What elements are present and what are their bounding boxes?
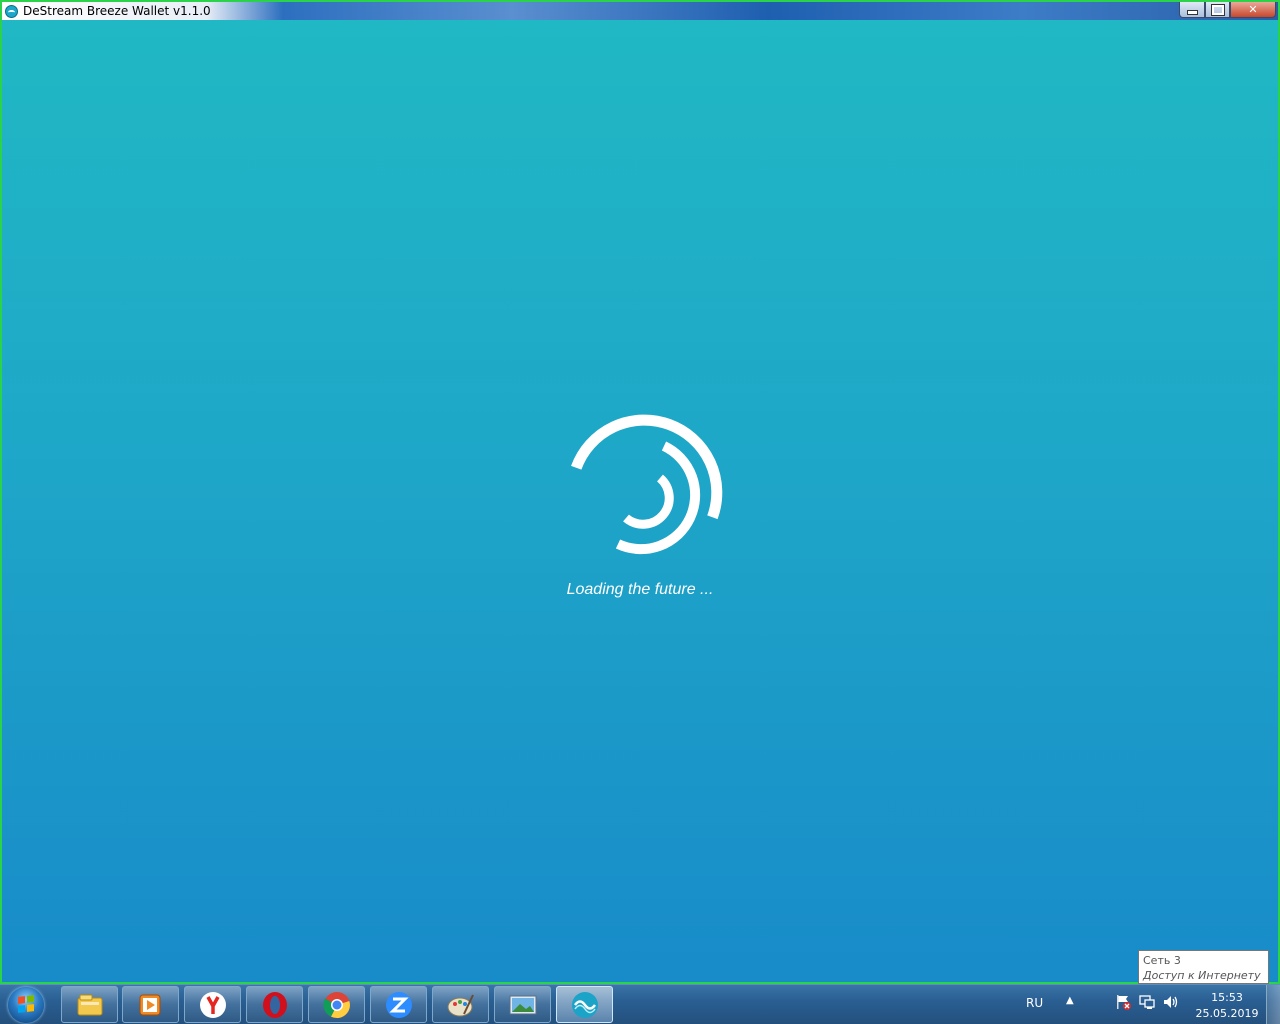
photo-viewer-icon: [509, 995, 536, 1014]
destream-spinner-icon: [571, 414, 723, 555]
taskbar-clock[interactable]: 15:53 25.05.2019: [1192, 990, 1262, 1022]
minimize-button[interactable]: [1179, 2, 1205, 18]
network-icon[interactable]: [1138, 993, 1156, 1011]
language-indicator[interactable]: RU: [1026, 996, 1043, 1010]
app-window: DeStream Breeze Wallet v1.1.0 ✕ Loading …: [0, 0, 1280, 984]
window-controls: ✕: [1179, 2, 1276, 20]
taskbar-opera-browser[interactable]: [246, 986, 303, 1023]
taskbar-photo-viewer[interactable]: [494, 986, 551, 1023]
show-hidden-icons-button[interactable]: ▲: [1066, 995, 1074, 1006]
windows-logo-icon: [8, 987, 44, 1023]
taskbar-destream-wallet[interactable]: [556, 986, 613, 1023]
yandex-browser-icon: [199, 991, 226, 1018]
destream-wallet-icon: [571, 991, 598, 1018]
tooltip-network-name: Сеть 3: [1143, 954, 1181, 967]
taskbar-chrome-browser[interactable]: [308, 986, 365, 1023]
title-bar[interactable]: DeStream Breeze Wallet v1.1.0 ✕: [2, 0, 1278, 22]
taskbar-paint[interactable]: [432, 986, 489, 1023]
taskbar-zoom[interactable]: [370, 986, 427, 1023]
action-center-flag-icon[interactable]: [1114, 993, 1132, 1011]
taskbar: RU ▲ 15:53 25.05.2019: [0, 984, 1280, 1024]
zoom-icon: [385, 991, 412, 1018]
file-explorer-icon: [77, 994, 102, 1015]
loading-text: Loading the future ...: [566, 581, 714, 598]
clock-date: 25.05.2019: [1195, 1007, 1259, 1020]
destream-logo-icon: [5, 5, 18, 18]
volume-icon[interactable]: [1162, 993, 1180, 1011]
clock-time: 15:53: [1211, 991, 1243, 1004]
taskbar-media-player[interactable]: [122, 986, 179, 1023]
media-player-icon: [139, 994, 160, 1015]
chrome-browser-icon: [322, 991, 350, 1018]
minimize-icon: [1186, 10, 1198, 15]
opera-browser-icon: [262, 991, 287, 1018]
paint-icon: [447, 994, 474, 1016]
start-button[interactable]: [4, 986, 48, 1024]
splash-screen: Loading the future ...: [2, 20, 1278, 982]
close-icon: ✕: [1248, 3, 1258, 16]
tooltip-network-status: Доступ к Интернету: [1143, 969, 1261, 982]
close-button[interactable]: ✕: [1230, 2, 1276, 18]
show-desktop-button[interactable]: [1266, 985, 1280, 1024]
taskbar-file-explorer[interactable]: [61, 986, 118, 1023]
network-tooltip: Сеть 3 Доступ к Интернету: [1138, 950, 1269, 984]
maximize-button[interactable]: [1205, 2, 1230, 18]
system-tray: [1114, 993, 1180, 1011]
window-title: DeStream Breeze Wallet v1.1.0: [23, 4, 211, 18]
taskbar-yandex-browser[interactable]: [184, 986, 241, 1023]
maximize-icon: [1210, 3, 1225, 16]
